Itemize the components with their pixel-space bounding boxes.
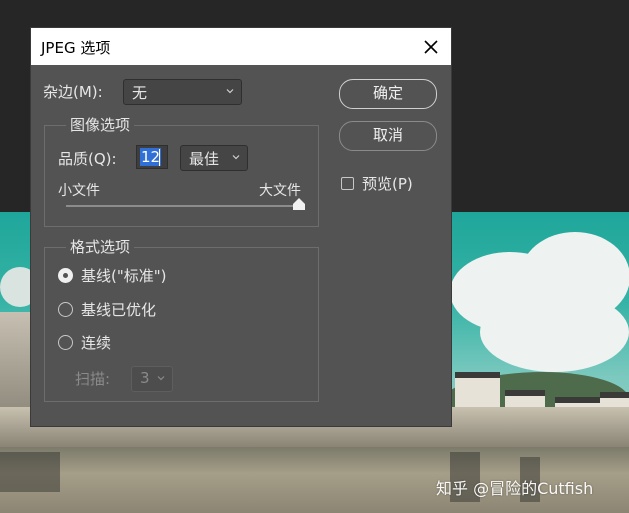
quality-value: 12 (140, 148, 162, 166)
dialog-title: JPEG 选项 (41, 39, 111, 57)
quality-preset-select[interactable]: 最佳 (180, 145, 248, 171)
image-options-legend: 图像选项 (66, 114, 135, 135)
cloud (480, 292, 629, 372)
option-baseline-optimized[interactable]: 基线已优化 (81, 299, 156, 320)
text-caret (159, 149, 160, 166)
quality-label: 品质(Q): (58, 150, 117, 168)
close-button[interactable] (419, 35, 443, 59)
format-options-legend: 格式选项 (66, 236, 135, 257)
large-file-label: 大文件 (259, 183, 301, 199)
ok-button[interactable]: 确定 (339, 79, 437, 109)
matte-select[interactable]: 无 (123, 79, 242, 105)
scans-label: 扫描: (75, 370, 111, 388)
radio-baseline-standard[interactable] (58, 268, 73, 283)
slider-thumb[interactable] (293, 198, 305, 210)
small-file-label: 小文件 (58, 183, 100, 199)
preview-checkbox[interactable] (341, 177, 354, 190)
cancel-button[interactable]: 取消 (339, 121, 437, 151)
title-bar[interactable]: JPEG 选项 (31, 28, 451, 65)
option-baseline-standard[interactable]: 基线("标准") (81, 265, 167, 286)
matte-label: 杂边(M): (43, 83, 103, 101)
quality-input[interactable]: 12 (136, 145, 168, 169)
image-options-group (44, 125, 319, 227)
quality-slider[interactable] (66, 205, 299, 207)
radio-progressive[interactable] (58, 335, 73, 350)
reflection (0, 452, 60, 492)
radio-baseline-optimized[interactable] (58, 302, 73, 317)
jpeg-options-dialog: JPEG 选项 杂边(M): 无 确定 取消 预览(P) 图像选项 品质(Q):… (31, 28, 451, 426)
watermark: 知乎 @冒险的Cutfish (436, 479, 594, 498)
scans-value: 3 (140, 369, 150, 387)
chevron-down-icon (232, 155, 240, 160)
scans-select[interactable]: 3 (131, 366, 173, 392)
preview-label[interactable]: 预览(P) (362, 173, 413, 194)
chevron-down-icon (226, 89, 234, 94)
quality-preset-value: 最佳 (189, 150, 220, 168)
close-icon (424, 40, 438, 54)
matte-value: 无 (132, 84, 148, 102)
option-progressive[interactable]: 连续 (81, 332, 111, 353)
chevron-down-icon (157, 376, 165, 381)
